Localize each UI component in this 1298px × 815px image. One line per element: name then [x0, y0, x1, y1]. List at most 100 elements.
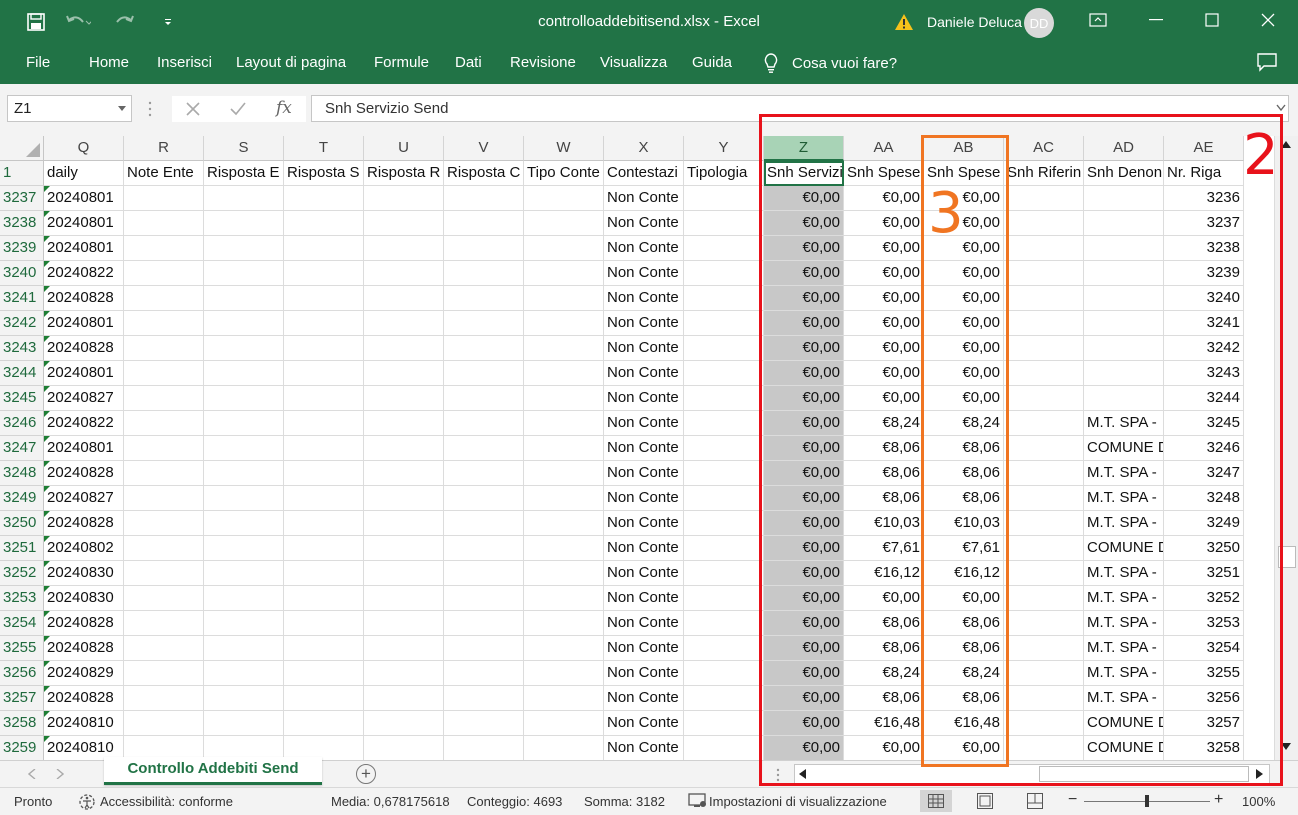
header-cell[interactable]: Risposta R [364, 161, 444, 186]
table-cell[interactable] [524, 686, 604, 711]
row-header[interactable]: 3238 [0, 211, 44, 236]
table-cell[interactable] [364, 236, 444, 261]
table-cell[interactable] [524, 611, 604, 636]
table-cell[interactable]: 20240827 [44, 386, 124, 411]
table-cell[interactable] [444, 411, 524, 436]
table-cell[interactable] [364, 511, 444, 536]
table-cell[interactable] [124, 236, 204, 261]
table-cell[interactable] [444, 286, 524, 311]
table-cell[interactable] [684, 586, 764, 611]
table-cell[interactable] [524, 411, 604, 436]
page-break-preview-icon[interactable] [1027, 793, 1043, 809]
tab-insert[interactable]: Inserisci [157, 54, 212, 71]
table-cell[interactable] [204, 361, 284, 386]
table-cell[interactable]: 20240802 [44, 536, 124, 561]
zoom-slider-thumb[interactable] [1145, 795, 1149, 807]
table-cell[interactable]: 20240828 [44, 461, 124, 486]
status-display-settings[interactable]: Impostazioni di visualizzazione [709, 794, 887, 809]
table-cell[interactable] [684, 611, 764, 636]
table-cell[interactable] [684, 686, 764, 711]
table-cell[interactable] [204, 411, 284, 436]
table-cell[interactable] [364, 186, 444, 211]
table-cell[interactable] [524, 711, 604, 736]
table-cell[interactable] [444, 711, 524, 736]
table-cell[interactable]: Non Conte [604, 736, 684, 761]
table-cell[interactable] [364, 586, 444, 611]
table-cell[interactable] [284, 436, 364, 461]
table-cell[interactable] [444, 736, 524, 761]
table-cell[interactable] [204, 636, 284, 661]
table-cell[interactable] [284, 336, 364, 361]
table-cell[interactable] [444, 686, 524, 711]
tab-file[interactable]: File [26, 54, 50, 71]
table-cell[interactable]: 20240801 [44, 436, 124, 461]
table-cell[interactable]: 20240822 [44, 411, 124, 436]
table-cell[interactable] [524, 286, 604, 311]
ribbon-display-options-icon[interactable] [1070, 0, 1126, 40]
status-accessibility[interactable]: Accessibilità: conforme [100, 794, 233, 809]
table-cell[interactable]: 20240801 [44, 236, 124, 261]
table-cell[interactable]: Non Conte [604, 286, 684, 311]
row-header[interactable]: 3254 [0, 611, 44, 636]
tab-view[interactable]: Visualizza [600, 54, 667, 71]
table-cell[interactable] [364, 486, 444, 511]
table-cell[interactable] [124, 361, 204, 386]
tab-data[interactable]: Dati [455, 54, 482, 71]
user-name[interactable]: Daniele Deluca [927, 14, 1022, 30]
table-cell[interactable] [444, 486, 524, 511]
table-cell[interactable] [204, 661, 284, 686]
table-cell[interactable] [444, 186, 524, 211]
table-cell[interactable] [284, 186, 364, 211]
table-cell[interactable]: 20240830 [44, 586, 124, 611]
table-cell[interactable] [524, 211, 604, 236]
table-cell[interactable]: Non Conte [604, 661, 684, 686]
table-cell[interactable] [684, 561, 764, 586]
insert-function-icon[interactable]: fx [276, 98, 292, 118]
table-cell[interactable] [364, 386, 444, 411]
row-header[interactable]: 3256 [0, 661, 44, 686]
table-cell[interactable] [524, 586, 604, 611]
table-cell[interactable] [364, 361, 444, 386]
table-cell[interactable] [284, 586, 364, 611]
column-header-w[interactable]: W [524, 136, 604, 161]
normal-view-button[interactable] [920, 790, 952, 812]
maximize-icon[interactable] [1184, 0, 1240, 40]
table-cell[interactable] [204, 436, 284, 461]
table-cell[interactable] [124, 386, 204, 411]
close-icon[interactable] [1240, 0, 1296, 40]
table-cell[interactable]: 20240828 [44, 511, 124, 536]
table-cell[interactable] [124, 661, 204, 686]
add-sheet-button[interactable]: + [356, 764, 376, 784]
table-cell[interactable]: 20240828 [44, 336, 124, 361]
table-cell[interactable] [284, 486, 364, 511]
table-cell[interactable] [204, 386, 284, 411]
table-cell[interactable]: Non Conte [604, 411, 684, 436]
header-cell[interactable]: Risposta S [284, 161, 364, 186]
table-cell[interactable]: 20240827 [44, 486, 124, 511]
table-cell[interactable] [364, 686, 444, 711]
table-cell[interactable] [684, 536, 764, 561]
table-cell[interactable] [284, 711, 364, 736]
row-header[interactable]: 3241 [0, 286, 44, 311]
table-cell[interactable] [284, 511, 364, 536]
table-cell[interactable]: 20240801 [44, 361, 124, 386]
row-header[interactable]: 3237 [0, 186, 44, 211]
table-cell[interactable]: 20240822 [44, 261, 124, 286]
table-cell[interactable] [204, 486, 284, 511]
column-header-s[interactable]: S [204, 136, 284, 161]
table-cell[interactable] [124, 186, 204, 211]
table-cell[interactable] [444, 611, 524, 636]
table-cell[interactable] [204, 611, 284, 636]
tell-me-search[interactable]: Cosa vuoi fare? [762, 52, 897, 74]
avatar[interactable]: DD [1024, 8, 1054, 38]
table-cell[interactable] [124, 311, 204, 336]
table-cell[interactable] [684, 736, 764, 761]
table-cell[interactable]: 20240801 [44, 211, 124, 236]
table-cell[interactable]: Non Conte [604, 711, 684, 736]
table-cell[interactable] [124, 586, 204, 611]
table-cell[interactable] [444, 236, 524, 261]
table-cell[interactable] [364, 286, 444, 311]
table-cell[interactable]: 20240801 [44, 311, 124, 336]
table-cell[interactable] [124, 486, 204, 511]
table-cell[interactable]: 20240828 [44, 611, 124, 636]
